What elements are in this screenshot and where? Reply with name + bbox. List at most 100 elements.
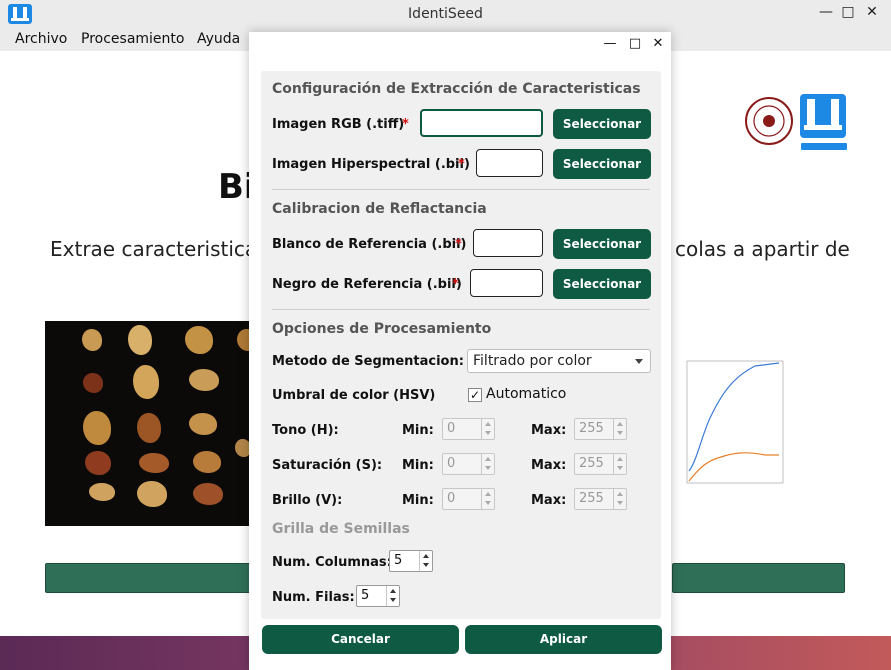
spin-down-icon[interactable] [485, 431, 491, 435]
spin-arrows [481, 489, 494, 509]
dialog-minimize-icon[interactable]: — [601, 36, 619, 51]
segmentation-dropdown[interactable]: Filtrado por color [467, 349, 651, 373]
spin-down-icon[interactable] [485, 466, 491, 470]
separator [272, 189, 650, 190]
automatic-checkbox[interactable]: ✓ [468, 388, 482, 402]
black-ref-required-mark: * [452, 277, 459, 292]
rows-label: Num. Filas: [272, 590, 355, 605]
saturation-min-spinbox[interactable]: 0 [442, 453, 495, 475]
spin-arrows [613, 489, 626, 509]
spin-up-icon[interactable] [617, 492, 623, 496]
saturation-max-value: 255 [579, 456, 604, 471]
spin-arrows [386, 586, 399, 606]
hyper-path-input[interactable] [476, 149, 543, 177]
saturation-max-label: Max: [531, 458, 567, 473]
saturation-label: Saturación (S): [272, 458, 383, 473]
action-bar-left[interactable] [45, 563, 251, 593]
brightness-min-value: 0 [447, 491, 456, 506]
spin-up-icon[interactable] [390, 589, 396, 593]
saturation-min-value: 0 [447, 456, 456, 471]
rgb-required-mark: * [402, 117, 409, 132]
spin-arrows [419, 551, 432, 571]
hue-label: Tono (H): [272, 423, 339, 438]
spin-up-icon[interactable] [485, 422, 491, 426]
columns-spinbox[interactable]: 5 [389, 550, 433, 572]
chevron-down-icon [635, 359, 643, 364]
columns-value: 5 [394, 553, 403, 568]
brightness-min-label: Min: [402, 493, 434, 508]
window-title: IdentiSeed [408, 6, 483, 22]
spin-down-icon[interactable] [423, 563, 429, 567]
black-ref-label: Negro de Referencia (.bil) [272, 277, 462, 292]
cancel-button[interactable]: Cancelar [262, 625, 459, 654]
spin-arrows [613, 454, 626, 474]
white-ref-label: Blanco de Referencia (.bil) [272, 237, 467, 252]
title-bar: IdentiSeed — □ ✕ [0, 0, 891, 29]
saturation-max-spinbox[interactable]: 255 [574, 453, 627, 475]
segmentation-value: Filtrado por color [473, 353, 592, 369]
hue-max-value: 255 [579, 421, 604, 436]
maximize-icon[interactable]: □ [838, 4, 858, 20]
hue-min-label: Min: [402, 423, 434, 438]
columns-label: Num. Columnas: [272, 555, 392, 570]
menu-archivo[interactable]: Archivo [15, 31, 67, 47]
brightness-min-spinbox[interactable]: 0 [442, 488, 495, 510]
page-subtitle-left: Extrae caracteristica [50, 237, 258, 261]
threshold-label: Umbral de color (HSV) [272, 388, 436, 403]
spin-up-icon[interactable] [617, 422, 623, 426]
extraction-config-dialog: — □ ✕ Configuración de Extracción de Car… [249, 32, 671, 670]
dialog-maximize-icon[interactable]: □ [626, 36, 644, 51]
hyper-label: Imagen Hiperspectral (.bil) [272, 157, 470, 172]
menu-procesamiento[interactable]: Procesamiento [81, 31, 184, 47]
white-ref-input[interactable] [473, 229, 543, 257]
spin-up-icon[interactable] [423, 554, 429, 558]
spin-down-icon[interactable] [617, 431, 623, 435]
automatic-checkbox-label: Automatico [486, 386, 567, 402]
rows-spinbox[interactable]: 5 [356, 585, 400, 607]
spin-arrows [481, 419, 494, 439]
black-ref-input[interactable] [470, 269, 543, 297]
spin-down-icon[interactable] [390, 598, 396, 602]
spin-arrows [613, 419, 626, 439]
hyper-required-mark: * [458, 157, 465, 172]
rgb-path-input[interactable] [420, 109, 543, 137]
rgb-label: Imagen RGB (.tiff) [272, 117, 405, 132]
section-extraction-title: Configuración de Extracción de Caracteri… [272, 81, 641, 97]
saturation-min-label: Min: [402, 458, 434, 473]
seed-photo [45, 321, 251, 526]
hue-min-spinbox[interactable]: 0 [442, 418, 495, 440]
spin-down-icon[interactable] [617, 501, 623, 505]
spin-down-icon[interactable] [617, 466, 623, 470]
dialog-close-icon[interactable]: ✕ [649, 36, 667, 51]
spin-up-icon[interactable] [485, 457, 491, 461]
menu-ayuda[interactable]: Ayuda [197, 31, 240, 47]
hue-max-label: Max: [531, 423, 567, 438]
section-grid-title: Grilla de Semillas [272, 521, 410, 537]
spin-up-icon[interactable] [617, 457, 623, 461]
apply-button[interactable]: Aplicar [465, 625, 662, 654]
brightness-max-spinbox[interactable]: 255 [574, 488, 627, 510]
rows-value: 5 [361, 588, 370, 603]
page-subtitle-right: colas a apartir de [675, 237, 850, 261]
rgb-select-button[interactable]: Seleccionar [553, 109, 651, 139]
spin-arrows [481, 454, 494, 474]
section-calibration-title: Calibracion de Reflactancia [272, 201, 487, 217]
brightness-max-label: Max: [531, 493, 567, 508]
black-ref-select-button[interactable]: Seleccionar [553, 269, 651, 299]
institution-logos [745, 94, 847, 150]
brightness-label: Brillo (V): [272, 493, 343, 508]
hue-min-value: 0 [447, 421, 456, 436]
spin-up-icon[interactable] [485, 492, 491, 496]
hue-max-spinbox[interactable]: 255 [574, 418, 627, 440]
close-icon[interactable]: ✕ [862, 4, 882, 20]
brightness-max-value: 255 [579, 491, 604, 506]
segmentation-label: Metodo de Segmentacion: [272, 354, 464, 369]
separator [272, 309, 650, 310]
spin-down-icon[interactable] [485, 501, 491, 505]
hyper-select-button[interactable]: Seleccionar [553, 149, 651, 179]
dialog-panel: Configuración de Extracción de Caracteri… [261, 71, 661, 619]
white-ref-select-button[interactable]: Seleccionar [553, 229, 651, 259]
minimize-icon[interactable]: — [816, 4, 836, 20]
white-ref-required-mark: * [455, 237, 462, 252]
action-bar-right[interactable] [672, 563, 845, 593]
